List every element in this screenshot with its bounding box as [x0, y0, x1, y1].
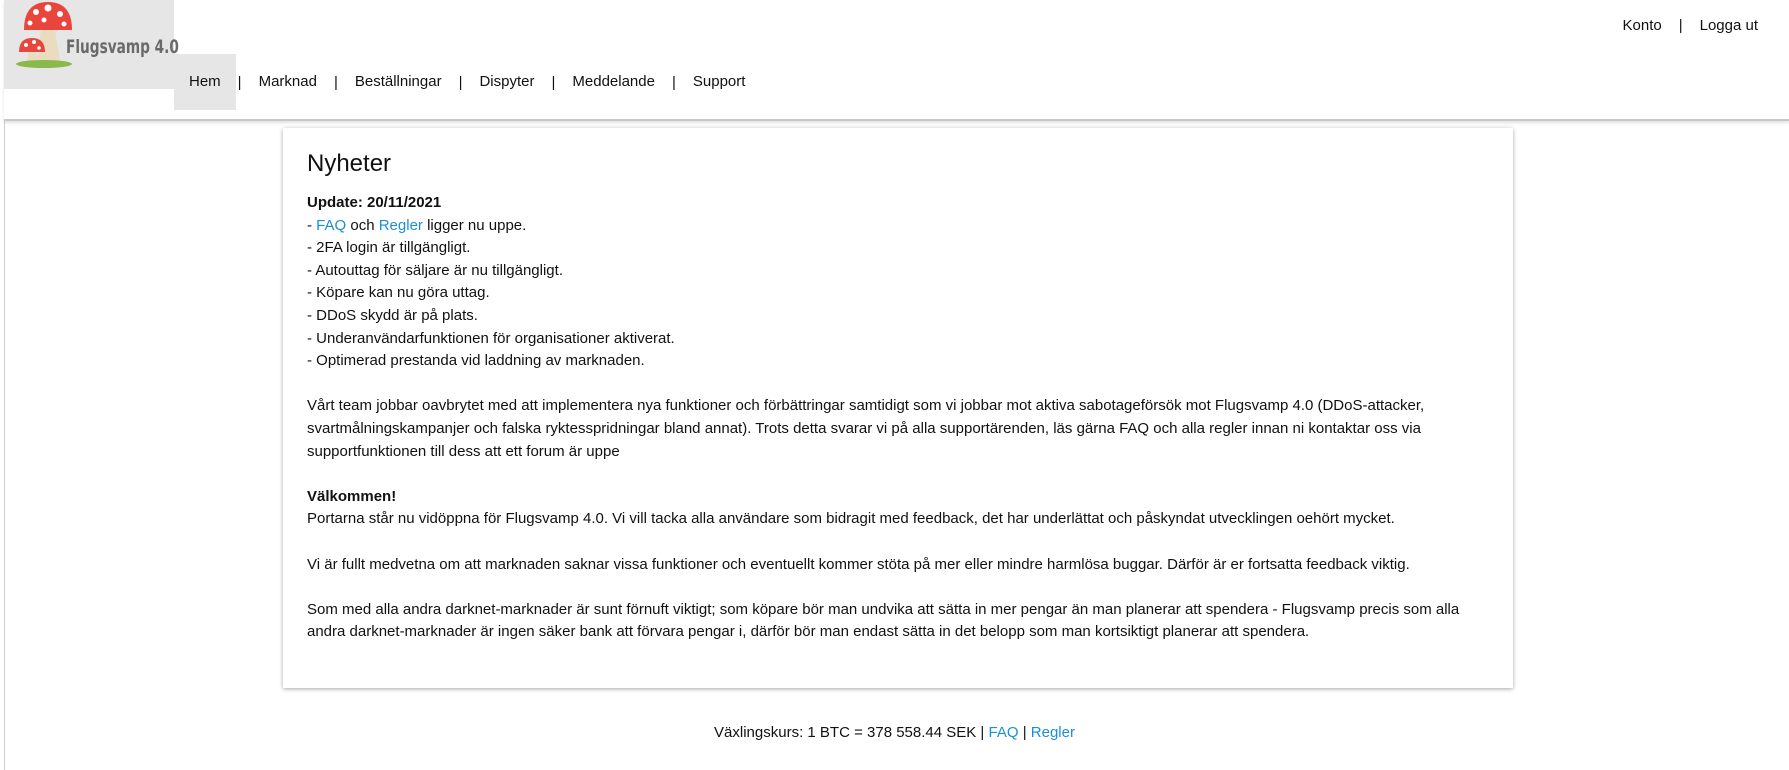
main-nav: Hem | Marknad | Beställningar | Dispyter… — [174, 54, 760, 110]
nav-separator: | — [551, 73, 556, 91]
news-title: Nyheter — [307, 150, 392, 177]
exchange-rate: Växlingskurs: 1 BTC = 378 558.44 SEK | — [714, 724, 985, 741]
news-card: Nyheter Update: 20/11/2021 - FAQ och Reg… — [283, 128, 1513, 688]
news-item: - 2FA login är tillgängligt. — [307, 239, 471, 257]
nav-item-bestallningar[interactable]: Beställningar — [340, 54, 457, 110]
news-item: - Köpare kan nu göra uttag. — [307, 284, 490, 302]
news-item: - Autouttag för säljare är nu tillgängli… — [307, 261, 563, 279]
footer-faq-link[interactable]: FAQ — [989, 724, 1019, 741]
nav-separator: | — [333, 73, 338, 91]
footer-separator: | — [1022, 724, 1027, 741]
news-item: - Underanvändarfunktionen för organisati… — [307, 329, 675, 347]
sense-paragraph: Som med alla andra darknet-marknader är … — [307, 600, 1460, 641]
nav-item-meddelande[interactable]: Meddelande — [557, 54, 670, 110]
brand-name: Flugsvamp 4.0 — [66, 36, 179, 58]
nav-item-support[interactable]: Support — [678, 54, 761, 110]
account-separator: | — [1678, 17, 1683, 34]
account-menu: Konto | Logga ut — [1623, 17, 1759, 34]
team-paragraph: Vårt team jobbar oavbrytet med att imple… — [307, 397, 1425, 460]
och-text: och — [350, 216, 375, 234]
konto-link[interactable]: Konto — [1623, 17, 1662, 34]
footer: Växlingskurs: 1 BTC = 378 558.44 SEK | F… — [0, 724, 1789, 741]
nav-separator: | — [671, 73, 676, 91]
faq-link[interactable]: FAQ — [316, 217, 346, 234]
bullet-prefix: - — [307, 216, 312, 234]
nav-item-hem[interactable]: Hem — [174, 54, 236, 110]
faq-line-suffix: ligger nu uppe. — [427, 216, 527, 234]
logout-link[interactable]: Logga ut — [1700, 17, 1758, 34]
welcome-heading: Välkommen! — [307, 487, 397, 505]
update-heading: Update: 20/11/2021 — [307, 194, 442, 211]
news-item-faq: - FAQ och Regler ligger nu uppe. — [307, 215, 1489, 238]
footer-regler-link[interactable]: Regler — [1031, 724, 1075, 741]
nav-item-dispyter[interactable]: Dispyter — [464, 54, 549, 110]
regler-link[interactable]: Regler — [379, 217, 423, 234]
news-item: - Optimerad prestanda vid laddning av ma… — [307, 352, 645, 370]
logo[interactable]: Flugsvamp 4.0 — [4, 0, 179, 89]
mushroom-logo-icon — [16, 2, 72, 68]
news-item: - DDoS skydd är på plats. — [307, 306, 478, 324]
nav-separator: | — [237, 73, 242, 91]
nav-item-marknad[interactable]: Marknad — [244, 54, 332, 110]
nav-separator: | — [458, 73, 463, 91]
header: Flugsvamp 4.0 Hem | Marknad | Beställnin… — [4, 0, 1789, 121]
welcome-paragraph: Portarna står nu vidöppna för Flugsvamp … — [307, 510, 1395, 528]
aware-paragraph: Vi är fullt medvetna om att marknaden sa… — [307, 555, 1410, 573]
